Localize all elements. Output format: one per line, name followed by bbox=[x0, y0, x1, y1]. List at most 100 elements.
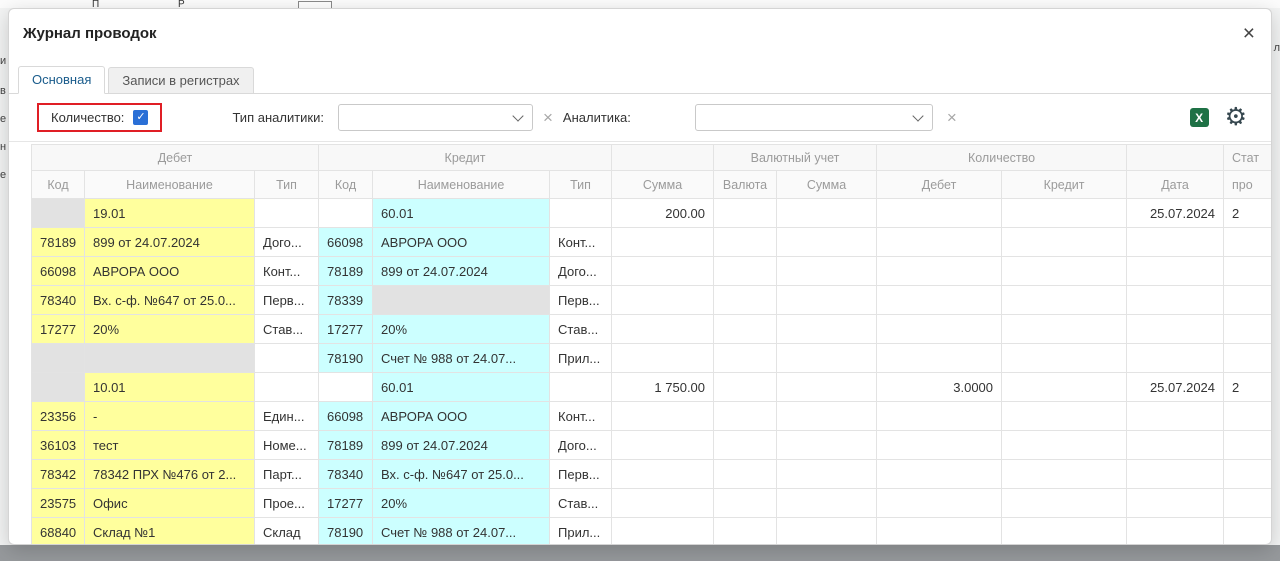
table-cell bbox=[714, 402, 777, 431]
table-row[interactable]: 1727720%Став...1727720%Став... bbox=[32, 315, 1273, 344]
table-column-header: Дата bbox=[1127, 171, 1224, 199]
table-cell bbox=[1224, 286, 1272, 315]
table-cell bbox=[714, 257, 777, 286]
table-cell: Став... bbox=[550, 315, 612, 344]
table-cell: тест bbox=[85, 431, 255, 460]
table-cell bbox=[1224, 344, 1272, 373]
table-cell: 68840 bbox=[32, 518, 85, 546]
table-cell bbox=[877, 286, 1002, 315]
analytics-select[interactable] bbox=[695, 104, 933, 131]
table-cell bbox=[255, 373, 319, 402]
table-row[interactable]: 78190Счет № 988 от 24.07...Прил... bbox=[32, 344, 1273, 373]
table-row[interactable]: 78340Вх. с-ф. №647 от 25.0...Перв...7833… bbox=[32, 286, 1273, 315]
background-fragment: н bbox=[0, 141, 6, 153]
table-group-header: Кредит bbox=[319, 145, 612, 171]
table-row[interactable]: 68840Склад №1Склад78190Счет № 988 от 24.… bbox=[32, 518, 1273, 546]
table-cell: 2 bbox=[1224, 373, 1272, 402]
background-fragment: П bbox=[92, 0, 99, 8]
table-row[interactable]: 66098АВРОРА ОООКонт...78189899 от 24.07.… bbox=[32, 257, 1273, 286]
close-icon[interactable]: × bbox=[1243, 23, 1255, 44]
table-cell: Дого... bbox=[550, 257, 612, 286]
tab-bar: Основная Записи в регистрах bbox=[9, 67, 1271, 94]
table-column-header: Тип bbox=[255, 171, 319, 199]
table-cell bbox=[1002, 518, 1127, 546]
table-cell: Перв... bbox=[255, 286, 319, 315]
table-cell: Офис bbox=[85, 489, 255, 518]
quantity-checkbox[interactable]: ✓ bbox=[133, 110, 148, 125]
table-cell bbox=[612, 228, 714, 257]
table-column-header: про bbox=[1224, 171, 1272, 199]
filter-toolbar: Количество: ✓ Тип аналитики: × Аналитика… bbox=[9, 94, 1271, 142]
table-cell bbox=[1002, 228, 1127, 257]
table-cell: 899 от 24.07.2024 bbox=[373, 257, 550, 286]
table-cell bbox=[1002, 373, 1127, 402]
table-cell bbox=[612, 489, 714, 518]
table-column-header: Дебет bbox=[877, 171, 1002, 199]
table-cell bbox=[612, 257, 714, 286]
background-fragment: е bbox=[0, 113, 6, 125]
table-cell bbox=[612, 402, 714, 431]
table-cell: 78340 bbox=[319, 460, 373, 489]
table-cell bbox=[714, 431, 777, 460]
table-cell: 78190 bbox=[319, 344, 373, 373]
table-cell bbox=[1224, 257, 1272, 286]
table-cell: Счет № 988 от 24.07... bbox=[373, 518, 550, 546]
tab-register-records[interactable]: Записи в регистрах bbox=[108, 67, 253, 93]
table-cell bbox=[1002, 460, 1127, 489]
table-cell bbox=[777, 257, 877, 286]
table-cell bbox=[1224, 518, 1272, 546]
tab-main[interactable]: Основная bbox=[18, 66, 105, 94]
table-row[interactable]: 19.0160.01200.0025.07.20242 bbox=[32, 199, 1273, 228]
table-cell bbox=[1224, 460, 1272, 489]
table-cell bbox=[1127, 315, 1224, 344]
table-cell: - bbox=[85, 402, 255, 431]
table-cell bbox=[1002, 315, 1127, 344]
table-cell: 17277 bbox=[32, 315, 85, 344]
background-fragment: Р bbox=[178, 0, 185, 8]
table-cell: Вх. с-ф. №647 от 25.0... bbox=[373, 460, 550, 489]
analytics-input[interactable] bbox=[631, 105, 695, 130]
table-row[interactable]: 78189899 от 24.07.2024Дого...66098АВРОРА… bbox=[32, 228, 1273, 257]
table-cell: 899 от 24.07.2024 bbox=[85, 228, 255, 257]
table-cell: 20% bbox=[373, 489, 550, 518]
table-cell: Вх. с-ф. №647 от 25.0... bbox=[85, 286, 255, 315]
table-cell: 36103 bbox=[32, 431, 85, 460]
table-cell bbox=[1224, 228, 1272, 257]
table-cell: Номе... bbox=[255, 431, 319, 460]
table-cell bbox=[1224, 489, 1272, 518]
gear-icon[interactable]: ⚙ bbox=[1225, 105, 1247, 130]
table-cell: 3.0000 bbox=[877, 373, 1002, 402]
table-row[interactable]: 36103тестНоме...78189899 от 24.07.2024До… bbox=[32, 431, 1273, 460]
clear-analytics-icon[interactable]: × bbox=[947, 109, 957, 126]
table-cell: АВРОРА ООО bbox=[373, 228, 550, 257]
table-cell bbox=[1002, 431, 1127, 460]
table-cell: 25.07.2024 bbox=[1127, 373, 1224, 402]
table-cell: 78189 bbox=[32, 228, 85, 257]
table-cell bbox=[612, 286, 714, 315]
table-cell: Счет № 988 от 24.07... bbox=[373, 344, 550, 373]
table-row[interactable]: 10.0160.011 750.003.000025.07.20242 bbox=[32, 373, 1273, 402]
table-cell bbox=[777, 489, 877, 518]
analytics-type-select[interactable] bbox=[338, 104, 533, 131]
table-cell bbox=[714, 199, 777, 228]
table-cell: Дого... bbox=[550, 431, 612, 460]
table-row[interactable]: 23575ОфисПрое...1727720%Став... bbox=[32, 489, 1273, 518]
table-cell bbox=[714, 518, 777, 546]
clear-analytics-type-icon[interactable]: × bbox=[543, 109, 553, 126]
table-cell bbox=[32, 373, 85, 402]
excel-export-icon[interactable]: X bbox=[1190, 108, 1209, 127]
background-fragment: и bbox=[0, 55, 6, 67]
table-column-header: Кредит bbox=[1002, 171, 1127, 199]
table-cell bbox=[777, 199, 877, 228]
table-row[interactable]: 23356-Един...66098АВРОРА ОООКонт... bbox=[32, 402, 1273, 431]
table-column-header: Валюта bbox=[714, 171, 777, 199]
tab-label: Записи в регистрах bbox=[122, 73, 239, 88]
background-fragment: е bbox=[0, 169, 6, 181]
table-cell: 19.01 bbox=[85, 199, 255, 228]
table-cell bbox=[319, 373, 373, 402]
table-cell bbox=[714, 489, 777, 518]
table-row[interactable]: 7834278342 ПРХ №476 от 2...Парт...78340В… bbox=[32, 460, 1273, 489]
analytics-type-label: Тип аналитики: bbox=[232, 110, 324, 125]
tab-label: Основная bbox=[32, 72, 91, 87]
table-column-header: Тип bbox=[550, 171, 612, 199]
